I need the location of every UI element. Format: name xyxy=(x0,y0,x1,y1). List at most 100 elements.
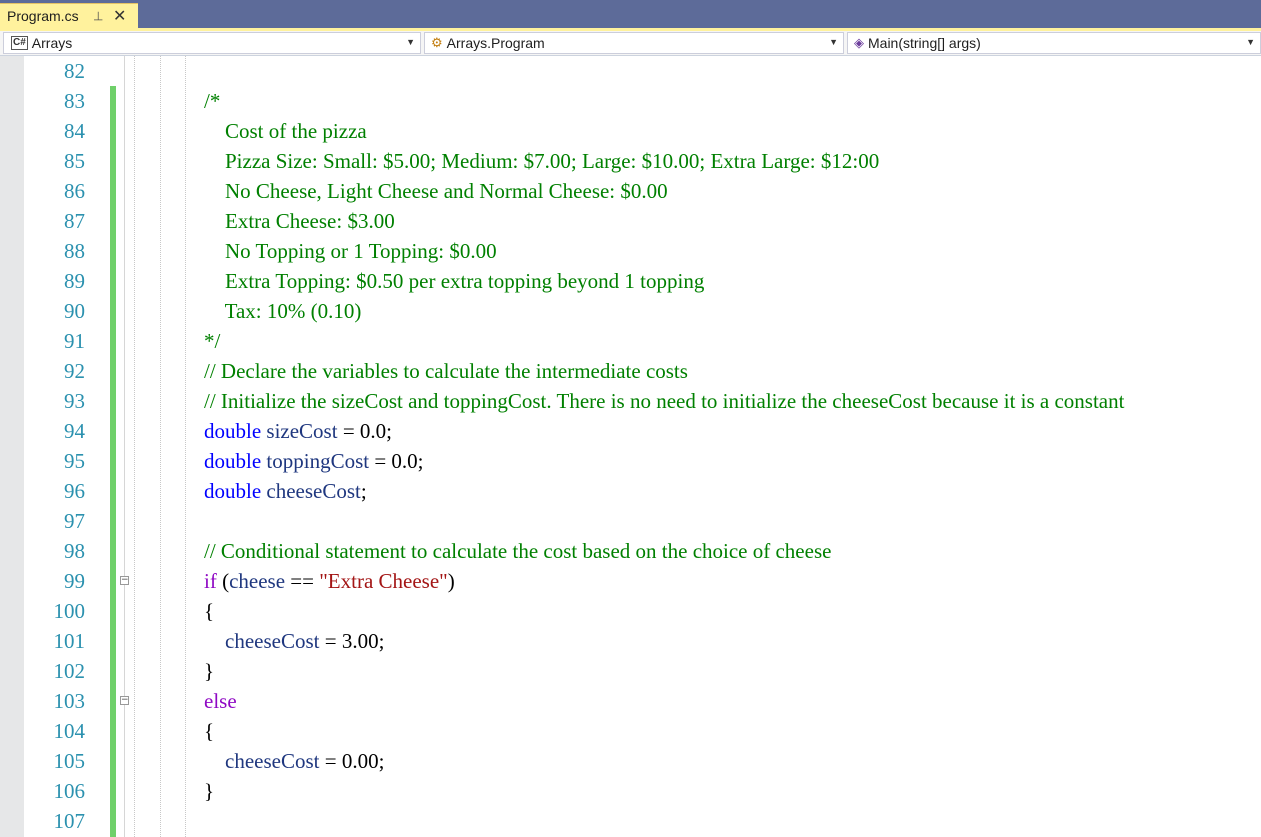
code-text: double sizeCost = 0.0; xyxy=(204,416,392,446)
code-text: cheeseCost = 3.00; xyxy=(204,626,384,656)
code-token: Extra Cheese: $3.00 xyxy=(204,209,395,233)
line-number: 104 xyxy=(53,719,86,743)
type-dropdown[interactable]: ⚙ Arrays.Program ▼ xyxy=(424,32,844,54)
method-icon: ◈ xyxy=(854,35,864,50)
code-text: Pizza Size: Small: $5.00; Medium: $7.00;… xyxy=(204,146,879,176)
code-token: else xyxy=(204,689,237,713)
project-dropdown-value: Arrays xyxy=(31,35,73,51)
project-dropdown[interactable]: C# Arrays ▼ xyxy=(3,32,421,54)
code-text: { xyxy=(204,716,214,746)
line-number: 98 xyxy=(64,539,85,563)
code-line[interactable]: 96 double cheeseCost; xyxy=(0,476,1261,506)
line-number: 107 xyxy=(53,809,86,833)
code-line[interactable]: 99 − if (cheese == "Extra Cheese") xyxy=(0,566,1261,596)
code-editor[interactable]: 82 83/* 84 Cost of the pizza 85 Pizza Size:… xyxy=(0,56,1261,837)
code-text: Tax: 10% (0.10) xyxy=(204,296,362,326)
code-token: Pizza Size: Small: $5.00; Medium: $7.00;… xyxy=(204,149,880,173)
chevron-down-icon[interactable]: ▼ xyxy=(406,37,415,47)
code-token: ; xyxy=(360,479,367,503)
code-line[interactable]: 85 Pizza Size: Small: $5.00; Medium: $7.… xyxy=(0,146,1261,176)
code-line[interactable]: 103 − else xyxy=(0,686,1261,716)
code-line[interactable]: 84 Cost of the pizza xyxy=(0,116,1261,146)
member-dropdown[interactable]: ◈ Main(string[] args) ▼ xyxy=(847,32,1261,54)
chevron-down-icon[interactable]: ▼ xyxy=(829,37,838,47)
collapse-icon[interactable]: − xyxy=(120,576,129,585)
code-token: Cost of the pizza xyxy=(204,119,367,143)
code-token: cheeseCost xyxy=(225,749,320,773)
code-line[interactable]: 90 Tax: 10% (0.10) xyxy=(0,296,1261,326)
code-token: ) xyxy=(447,569,455,593)
code-line[interactable]: 83 /* xyxy=(0,86,1261,116)
code-line[interactable]: 86 No Cheese, Light Cheese and Normal Ch… xyxy=(0,176,1261,206)
code-line[interactable]: 102} xyxy=(0,656,1261,686)
line-number: 94 xyxy=(64,419,85,443)
chevron-down-icon[interactable]: ▼ xyxy=(1246,37,1255,47)
tab-label: Program.cs xyxy=(7,8,79,24)
code-line[interactable]: 100 { xyxy=(0,596,1261,626)
code-line[interactable]: 104 { xyxy=(0,716,1261,746)
code-line[interactable]: 105 cheeseCost = 0.00; xyxy=(0,746,1261,776)
code-token: // Declare the variables to calculate th… xyxy=(204,359,688,383)
code-line[interactable]: 87 Extra Cheese: $3.00 xyxy=(0,206,1261,236)
document-tab-strip: Program.cs ⊣ ✕ xyxy=(0,0,1261,28)
close-icon[interactable]: ✕ xyxy=(113,6,126,26)
line-number: 85 xyxy=(64,149,85,173)
line-number: 102 xyxy=(53,659,86,683)
code-text: No Topping or 1 Topping: $0.00 xyxy=(204,236,497,266)
code-text: */ xyxy=(204,326,220,356)
code-line[interactable]: 101 cheeseCost = 3.00; xyxy=(0,626,1261,656)
code-token: Tax: 10% (0.10) xyxy=(204,299,362,323)
code-token: /* xyxy=(204,89,221,113)
code-line[interactable]: 97 xyxy=(0,506,1261,536)
type-dropdown-value: Arrays.Program xyxy=(446,35,545,51)
code-line[interactable]: 95 double toppingCost = 0.0; xyxy=(0,446,1261,476)
code-line[interactable]: 94 double sizeCost = 0.0; xyxy=(0,416,1261,446)
code-token: // Conditional statement to calculate th… xyxy=(204,539,832,563)
code-token: double xyxy=(204,419,262,443)
code-text: // Initialize the sizeCost and toppingCo… xyxy=(204,386,1124,416)
csharp-project-icon: C# xyxy=(11,36,28,50)
code-line[interactable]: 89 Extra Topping: $0.50 per extra toppin… xyxy=(0,266,1261,296)
line-number: 88 xyxy=(64,239,85,263)
member-dropdown-value: Main(string[] args) xyxy=(868,35,981,51)
line-number: 106 xyxy=(53,779,86,803)
line-number: 89 xyxy=(64,269,85,293)
code-line[interactable]: 98 // Conditional statement to calculate … xyxy=(0,536,1261,566)
code-text: cheeseCost = 0.00; xyxy=(204,746,384,776)
code-token: { xyxy=(204,599,215,623)
code-token: = 3.00; xyxy=(319,629,385,653)
line-number: 105 xyxy=(53,749,86,773)
code-text: // Conditional statement to calculate th… xyxy=(204,536,831,566)
code-token: No Topping or 1 Topping: $0.00 xyxy=(204,239,497,263)
code-text: Cost of the pizza xyxy=(204,116,367,146)
pin-icon[interactable]: ⊣ xyxy=(91,11,105,21)
code-line[interactable]: 82 xyxy=(0,56,1261,86)
line-number: 103 xyxy=(53,689,86,713)
line-number: 92 xyxy=(64,359,85,383)
line-number: 99 xyxy=(64,569,85,593)
code-line[interactable]: 92 // Declare the variables to calculate … xyxy=(0,356,1261,386)
code-token: */ xyxy=(204,329,221,353)
code-line[interactable]: 88 No Topping or 1 Topping: $0.00 xyxy=(0,236,1261,266)
code-token: Extra Topping: $0.50 per extra topping b… xyxy=(204,269,705,293)
line-number: 95 xyxy=(64,449,85,473)
code-text: // Declare the variables to calculate th… xyxy=(204,356,688,386)
line-number: 87 xyxy=(64,209,85,233)
code-token: cheese xyxy=(229,569,286,593)
collapse-icon[interactable]: − xyxy=(120,696,129,705)
code-token: = 0.0; xyxy=(337,419,393,443)
code-line[interactable]: 107 xyxy=(0,806,1261,836)
code-text: double cheeseCost; xyxy=(204,476,367,506)
class-icon: ⚙ xyxy=(431,35,443,50)
line-number: 83 xyxy=(64,89,85,113)
code-line[interactable]: 91 */ xyxy=(0,326,1261,356)
code-text: /* xyxy=(204,86,220,116)
code-line[interactable]: 93 // Initialize the sizeCost and topping… xyxy=(0,386,1261,416)
code-token: toppingCost xyxy=(266,449,370,473)
code-text: } xyxy=(204,656,214,686)
code-line[interactable]: 106} xyxy=(0,776,1261,806)
line-number: 84 xyxy=(64,119,85,143)
tab-program-cs[interactable]: Program.cs ⊣ ✕ xyxy=(0,3,138,28)
